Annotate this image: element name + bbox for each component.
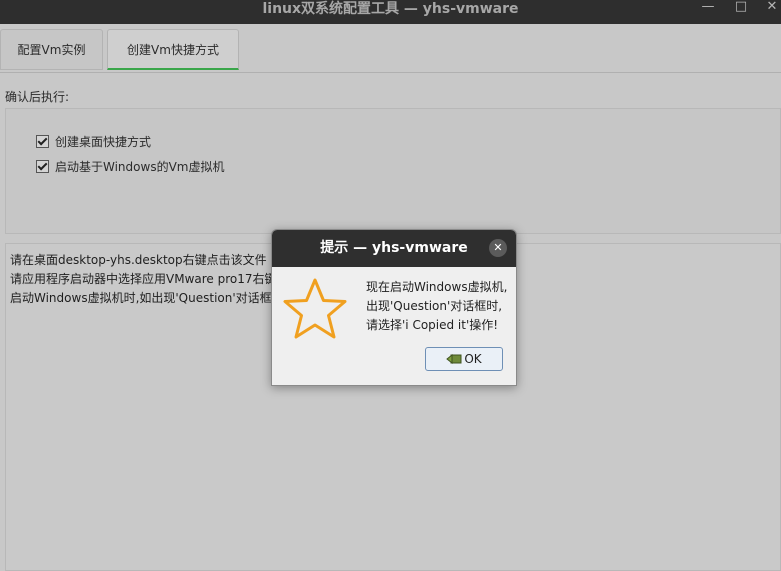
ok-button-label: OK (464, 352, 482, 366)
ok-button[interactable]: OK (425, 347, 503, 371)
star-icon (283, 278, 347, 339)
dialog-message-line: 请选择'i Copied it'操作! (366, 318, 499, 332)
tab-bar: 配置Vm实例 创建Vm快捷方式 (0, 24, 781, 73)
dialog-title: 提示 — yhs-vmware (272, 230, 516, 267)
options-group: 创建桌面快捷方式 启动基于Windows的Vm虚拟机 (5, 108, 781, 234)
checkmark-icon (446, 353, 462, 365)
dialog-message-line: 出现'Question'对话框时, (366, 299, 503, 313)
checkbox-launch-windows-vm[interactable]: 启动基于Windows的Vm虚拟机 (36, 158, 224, 176)
checkbox-label: 启动基于Windows的Vm虚拟机 (55, 160, 225, 174)
checkbox-create-desktop-shortcut[interactable]: 创建桌面快捷方式 (36, 133, 151, 151)
window-titlebar: linux双系统配置工具 — yhs-vmware — □ ✕ (0, 0, 781, 24)
tab-create-shortcut[interactable]: 创建Vm快捷方式 (107, 29, 239, 70)
checkbox-label: 创建桌面快捷方式 (55, 135, 152, 149)
close-icon[interactable]: ✕ (758, 0, 781, 18)
maximize-icon[interactable]: □ (727, 0, 755, 18)
checkbox-checked-icon[interactable] (36, 135, 49, 148)
dialog-message-line: 现在启动Windows虚拟机, (366, 280, 508, 294)
minimize-icon[interactable]: — (694, 0, 722, 18)
info-dialog: 提示 — yhs-vmware ✕ 现在启动Windows虚拟机, 出现'Que… (271, 229, 517, 386)
dialog-close-icon[interactable]: ✕ (489, 239, 507, 257)
dialog-message: 现在启动Windows虚拟机, 出现'Question'对话框时, 请选择'i … (366, 278, 507, 335)
tab-configure-vm[interactable]: 配置Vm实例 (0, 29, 103, 70)
window-title: linux双系统配置工具 — yhs-vmware (262, 1, 519, 17)
section-label: 确认后执行: (5, 90, 70, 104)
checkbox-checked-icon[interactable] (36, 160, 49, 173)
